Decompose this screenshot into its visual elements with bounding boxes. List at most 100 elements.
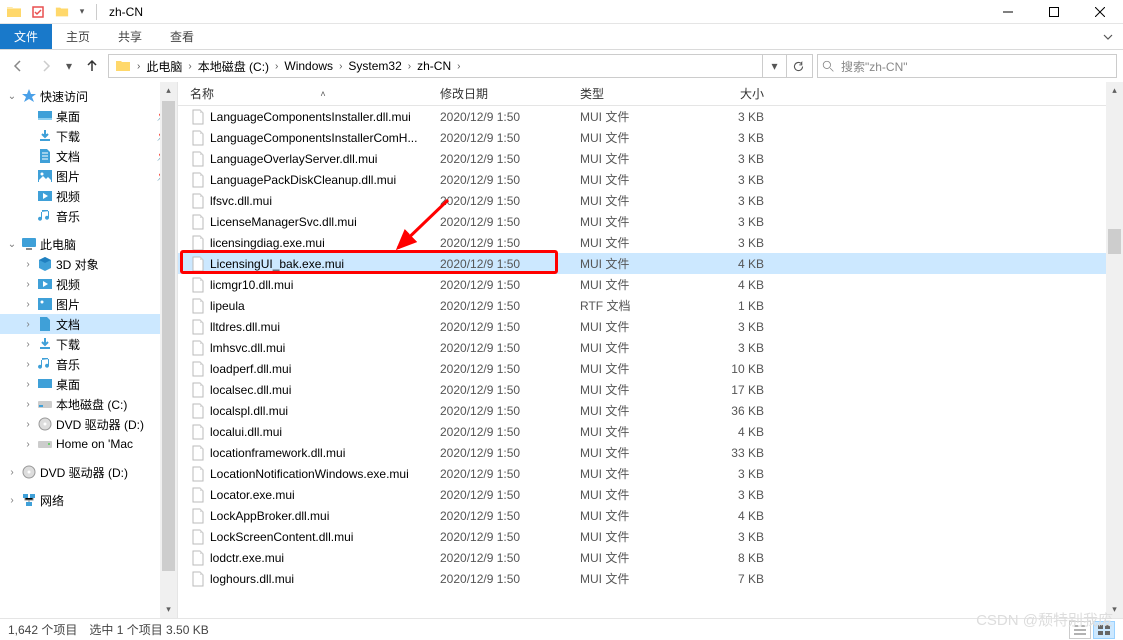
file-date: 2020/12/9 1:50	[434, 488, 574, 502]
sidebar-desktop[interactable]: 桌面📌	[0, 106, 177, 126]
address-dropdown-icon[interactable]: ▾	[762, 55, 786, 77]
file-icon	[190, 277, 206, 293]
crumb-zhcn[interactable]: zh-CN	[413, 55, 455, 77]
folder-small-icon	[52, 2, 72, 22]
table-row[interactable]: licmgr10.dll.mui2020/12/9 1:50MUI 文件4 KB	[178, 274, 1123, 295]
col-date[interactable]: 修改日期	[434, 82, 574, 105]
table-row[interactable]: lodctr.exe.mui2020/12/9 1:50MUI 文件8 KB	[178, 547, 1123, 568]
sidebar-this-pc[interactable]: ⌄此电脑	[0, 234, 177, 254]
sidebar-item-label: 视频	[56, 188, 80, 205]
sidebar-documents-pc[interactable]: ›文档	[0, 314, 177, 334]
table-row[interactable]: LocationNotificationWindows.exe.mui2020/…	[178, 463, 1123, 484]
sidebar-local-c[interactable]: ›本地磁盘 (C:)	[0, 394, 177, 414]
file-name: locationframework.dll.mui	[210, 446, 345, 460]
sidebar-documents[interactable]: 文档📌	[0, 146, 177, 166]
table-row[interactable]: LanguagePackDiskCleanup.dll.mui2020/12/9…	[178, 169, 1123, 190]
table-row[interactable]: localsec.dll.mui2020/12/9 1:50MUI 文件17 K…	[178, 379, 1123, 400]
table-row[interactable]: licensingdiag.exe.mui2020/12/9 1:50MUI 文…	[178, 232, 1123, 253]
sidebar-quick-access[interactable]: ⌄快速访问	[0, 86, 177, 106]
table-row[interactable]: LicenseManagerSvc.dll.mui2020/12/9 1:50M…	[178, 211, 1123, 232]
content-scrollbar[interactable]: ▴ ▾	[1106, 82, 1123, 618]
sidebar-item-label: 图片	[56, 296, 80, 313]
sidebar-network[interactable]: ›网络	[0, 490, 177, 510]
file-name: loghours.dll.mui	[210, 572, 294, 586]
close-button[interactable]	[1077, 0, 1123, 24]
up-button[interactable]	[80, 54, 104, 78]
sidebar-item-label: 下载	[56, 128, 80, 145]
file-name: loadperf.dll.mui	[210, 362, 291, 376]
tab-view[interactable]: 查看	[156, 24, 208, 49]
table-row[interactable]: LanguageOverlayServer.dll.mui2020/12/9 1…	[178, 148, 1123, 169]
table-row[interactable]: lipeula2020/12/9 1:50RTF 文档1 KB	[178, 295, 1123, 316]
maximize-button[interactable]	[1031, 0, 1077, 24]
qat-properties-icon[interactable]	[28, 2, 48, 22]
crumb-sep-icon[interactable]: ›	[135, 61, 142, 72]
sidebar-desktop-pc[interactable]: ›桌面	[0, 374, 177, 394]
sidebar-music-pc[interactable]: ›音乐	[0, 354, 177, 374]
back-button[interactable]	[6, 54, 30, 78]
sidebar-music[interactable]: 音乐	[0, 206, 177, 226]
sidebar-home-mac[interactable]: ›Home on 'Mac	[0, 434, 177, 454]
sidebar-item-label: 桌面	[56, 376, 80, 393]
crumb-windows[interactable]: Windows	[280, 55, 337, 77]
crumb-system32[interactable]: System32	[344, 55, 405, 77]
ribbon-expand-icon[interactable]	[1093, 24, 1123, 49]
sidebar-3d-objects[interactable]: ›3D 对象	[0, 254, 177, 274]
sidebar-videos-pc[interactable]: ›视频	[0, 274, 177, 294]
titlebar: ▾ zh-CN	[0, 0, 1123, 24]
search-input[interactable]: 搜索"zh-CN"	[817, 54, 1117, 78]
crumb-pc[interactable]: 此电脑	[142, 55, 186, 77]
table-row[interactable]: LockAppBroker.dll.mui2020/12/9 1:50MUI 文…	[178, 505, 1123, 526]
crumb-sep-icon[interactable]: ›	[455, 61, 462, 72]
file-name: LanguageComponentsInstaller.dll.mui	[210, 110, 411, 124]
table-row[interactable]: LockScreenContent.dll.mui2020/12/9 1:50M…	[178, 526, 1123, 547]
table-row[interactable]: lfsvc.dll.mui2020/12/9 1:50MUI 文件3 KB	[178, 190, 1123, 211]
addressbar-folder-icon[interactable]	[111, 55, 135, 77]
table-row[interactable]: loghours.dll.mui2020/12/9 1:50MUI 文件7 KB	[178, 568, 1123, 589]
table-row[interactable]: LicensingUI_bak.exe.mui2020/12/9 1:50MUI…	[178, 253, 1123, 274]
minimize-button[interactable]	[985, 0, 1031, 24]
addressbar[interactable]: › 此电脑 › 本地磁盘 (C:) › Windows › System32 ›…	[108, 54, 813, 78]
sidebar-downloads-pc[interactable]: ›下载	[0, 334, 177, 354]
table-row[interactable]: Locator.exe.mui2020/12/9 1:50MUI 文件3 KB	[178, 484, 1123, 505]
sidebar-scrollbar[interactable]: ▴ ▾	[160, 82, 177, 618]
col-size[interactable]: 大小	[690, 82, 770, 105]
table-row[interactable]: LanguageComponentsInstaller.dll.mui 2020/…	[178, 106, 1123, 127]
table-row[interactable]: loadperf.dll.mui2020/12/9 1:50MUI 文件10 K…	[178, 358, 1123, 379]
sidebar-dvd-d2[interactable]: ›DVD 驱动器 (D:)	[0, 462, 177, 482]
file-date: 2020/12/9 1:50	[434, 194, 574, 208]
refresh-button[interactable]	[786, 55, 810, 77]
tab-share[interactable]: 共享	[104, 24, 156, 49]
crumb-sep-icon[interactable]: ›	[186, 61, 193, 72]
crumb-sep-icon[interactable]: ›	[406, 61, 413, 72]
table-row[interactable]: LanguageComponentsInstallerComH...2020/1…	[178, 127, 1123, 148]
file-date: 2020/12/9 1:50	[434, 425, 574, 439]
crumb-sep-icon[interactable]: ›	[273, 61, 280, 72]
tab-file[interactable]: 文件	[0, 24, 52, 49]
qat-dropdown-icon[interactable]: ▾	[76, 2, 88, 22]
file-list[interactable]: LanguageComponentsInstaller.dll.mui 2020/…	[178, 106, 1123, 618]
file-size: 8 KB	[690, 551, 770, 565]
sidebar-videos[interactable]: 视频	[0, 186, 177, 206]
file-name: lfsvc.dll.mui	[210, 194, 272, 208]
tab-home[interactable]: 主页	[52, 24, 104, 49]
crumb-c[interactable]: 本地磁盘 (C:)	[194, 55, 273, 77]
history-dropdown-icon[interactable]: ▾	[62, 54, 76, 78]
sidebar-downloads[interactable]: 下载📌	[0, 126, 177, 146]
sidebar-dvd-d[interactable]: ›DVD 驱动器 (D:)	[0, 414, 177, 434]
file-name: LanguagePackDiskCleanup.dll.mui	[210, 173, 396, 187]
table-row[interactable]: localspl.dll.mui2020/12/9 1:50MUI 文件36 K…	[178, 400, 1123, 421]
table-row[interactable]: localui.dll.mui2020/12/9 1:50MUI 文件4 KB	[178, 421, 1123, 442]
sort-arrow-icon: ˄	[320, 89, 325, 99]
table-row[interactable]: lmhsvc.dll.mui2020/12/9 1:50MUI 文件3 KB	[178, 337, 1123, 358]
col-type[interactable]: 类型	[574, 82, 690, 105]
forward-button[interactable]	[34, 54, 58, 78]
file-date: 2020/12/9 1:50	[434, 110, 574, 124]
sidebar-pictures-pc[interactable]: ›图片	[0, 294, 177, 314]
sidebar-item-label: Home on 'Mac	[56, 437, 133, 451]
crumb-sep-icon[interactable]: ›	[337, 61, 344, 72]
col-name[interactable]: 名称˄	[184, 82, 434, 105]
sidebar-pictures[interactable]: 图片📌	[0, 166, 177, 186]
table-row[interactable]: lltdres.dll.mui2020/12/9 1:50MUI 文件3 KB	[178, 316, 1123, 337]
table-row[interactable]: locationframework.dll.mui2020/12/9 1:50M…	[178, 442, 1123, 463]
